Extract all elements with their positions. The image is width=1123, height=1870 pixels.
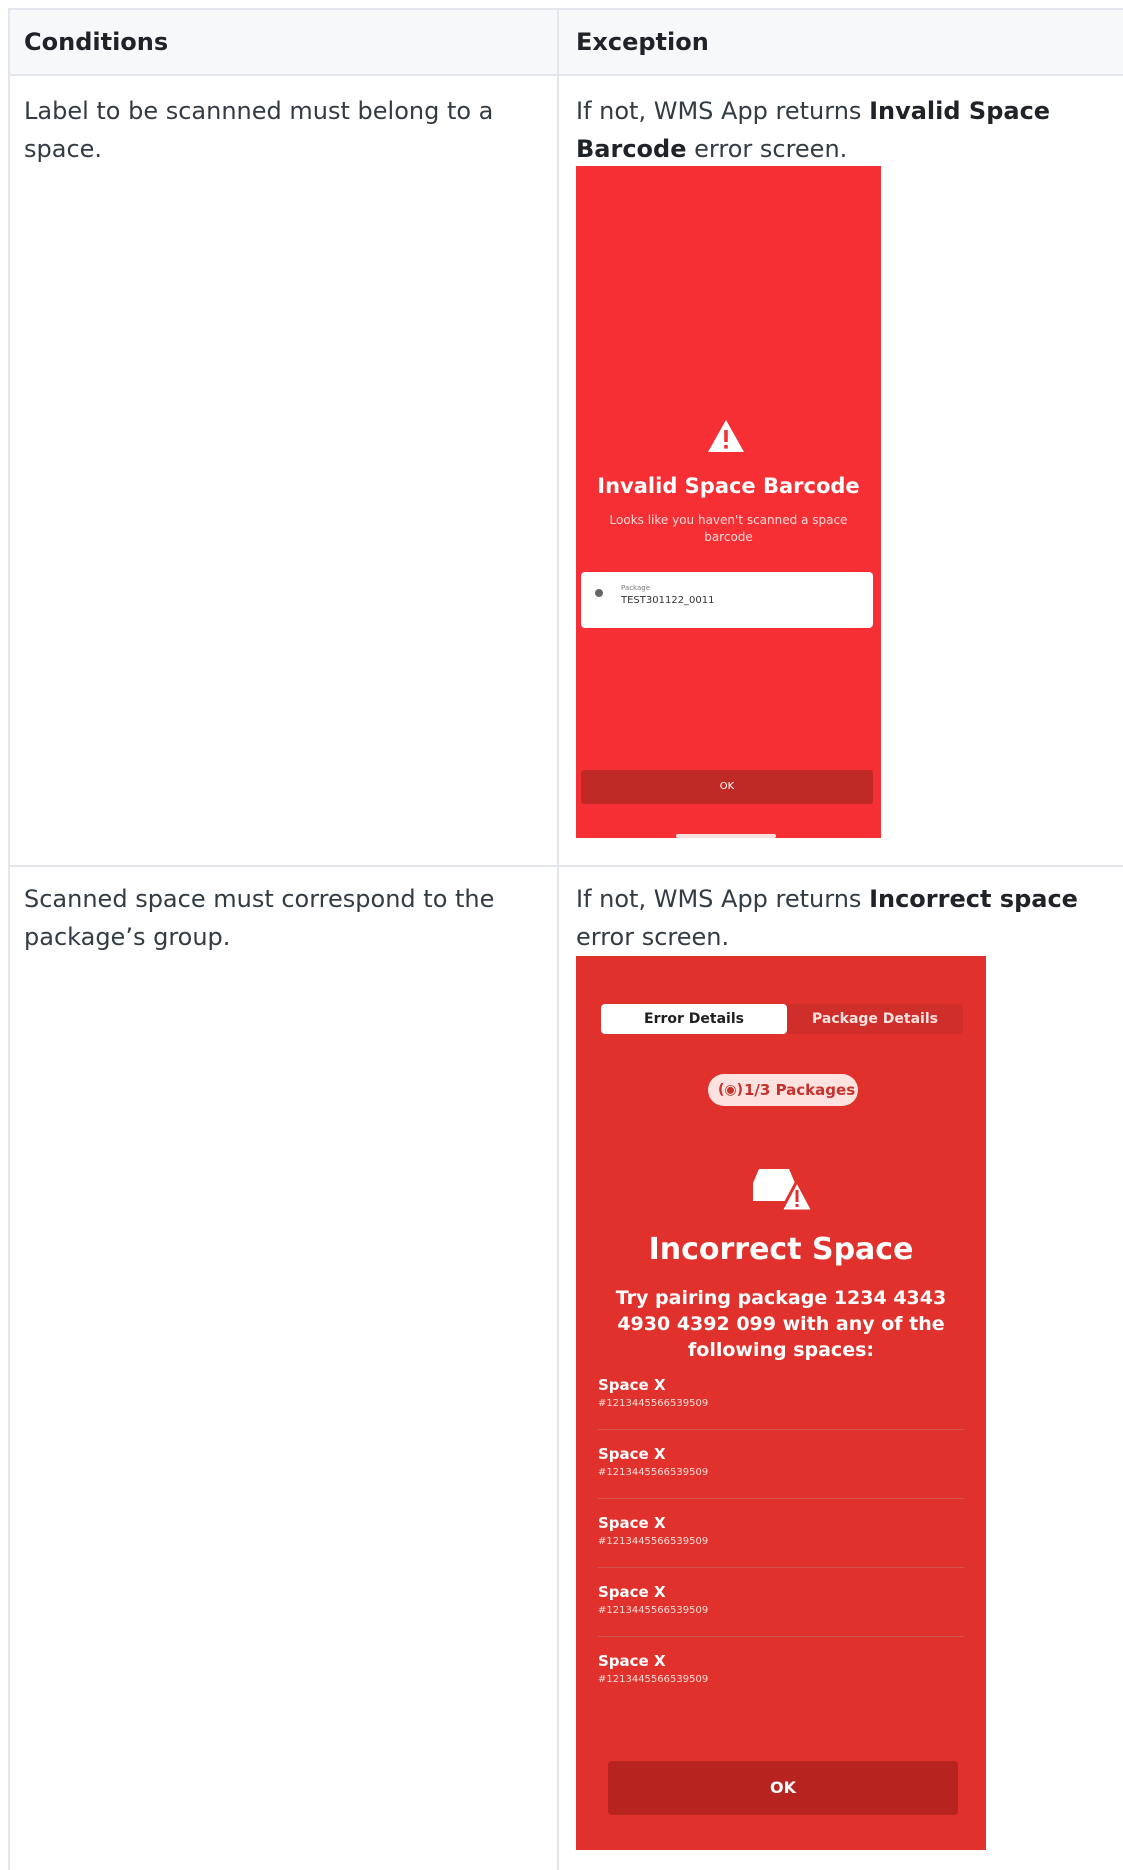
space-name: Space X	[598, 1514, 666, 1532]
ok-button[interactable]: OK	[581, 770, 873, 804]
space-name: Space X	[598, 1583, 666, 1601]
details-tabs: Error Details Package Details	[601, 1004, 963, 1034]
screen-subtitle: Try pairing package 1234 4343 4930 4392 …	[615, 1287, 947, 1361]
box-warning-icon	[753, 1169, 815, 1213]
screen-title: Incorrect Space	[648, 1232, 914, 1267]
ok-button[interactable]: OK	[608, 1761, 958, 1815]
space-code: #1213445566539509	[598, 1536, 709, 1547]
exception-prefix: If not, WMS App returns	[576, 97, 862, 125]
package-icon	[595, 589, 603, 597]
warning-icon	[708, 420, 744, 452]
package-label: Package	[621, 584, 651, 592]
exception-bold: Incorrect space	[869, 885, 1078, 913]
space-code: #1213445566539509	[598, 1605, 709, 1616]
screen-title: Invalid Space Barcode	[597, 474, 860, 498]
table-header	[10, 10, 1123, 76]
exception-suffix: error screen.	[694, 135, 848, 163]
exception-suffix: error screen.	[576, 923, 730, 951]
space-code: #1213445566539509	[598, 1674, 709, 1685]
list-item[interactable]: Space X #1213445566539509	[598, 1360, 964, 1430]
space-name: Space X	[598, 1445, 666, 1463]
list-item[interactable]: Space X #1213445566539509	[598, 1567, 964, 1637]
tab-package-details[interactable]: Package Details	[787, 1004, 963, 1034]
screen-subtitle: Looks like you haven't scanned a space b…	[609, 513, 848, 544]
tab-error-details[interactable]: Error Details	[601, 1004, 787, 1034]
column-divider	[557, 10, 559, 1870]
exception-prefix: If not, WMS App returns	[576, 885, 862, 913]
space-code: #1213445566539509	[598, 1398, 709, 1409]
exception-text: If not, WMS App returns Incorrect space …	[576, 880, 1106, 956]
header-conditions: Conditions	[24, 28, 169, 56]
incorrect-space-screenshot: Error Details Package Details (◉) 1/3 Pa…	[576, 956, 986, 1850]
package-card: Package TEST301122_0011	[581, 572, 873, 628]
space-name: Space X	[598, 1652, 666, 1670]
package-count-label: 1/3 Packages	[744, 1081, 856, 1099]
condition-text: Label to be scannned must belong to a sp…	[24, 97, 494, 163]
home-indicator	[676, 834, 776, 838]
header-exception: Exception	[576, 28, 709, 56]
space-code: #1213445566539509	[598, 1467, 709, 1478]
target-icon: (◉)	[718, 1082, 744, 1098]
invalid-space-screenshot: Invalid Space Barcode Looks like you hav…	[576, 166, 881, 838]
condition-text: Scanned space must correspond to the pac…	[24, 885, 495, 951]
package-count-badge: (◉) 1/3 Packages	[708, 1074, 858, 1106]
package-value: TEST301122_0011	[621, 595, 715, 606]
list-item[interactable]: Space X #1213445566539509	[598, 1498, 964, 1568]
exception-text: If not, WMS App returns Invalid Space Ba…	[576, 92, 1106, 168]
list-item[interactable]: Space X #1213445566539509	[598, 1636, 964, 1705]
row-divider	[10, 865, 1123, 867]
list-item[interactable]: Space X #1213445566539509	[598, 1429, 964, 1499]
space-name: Space X	[598, 1376, 666, 1394]
